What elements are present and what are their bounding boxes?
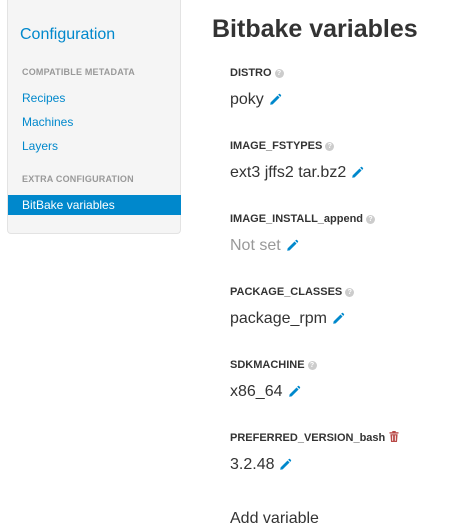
variable-name: DISTRO	[230, 67, 272, 79]
pencil-icon[interactable]	[351, 165, 364, 185]
add-variable-heading: Add variable	[230, 510, 319, 527]
help-icon[interactable]: ?	[307, 361, 317, 370]
variable-value-not-set: Not set	[230, 237, 281, 254]
sidebar-item-layers[interactable]: Layers	[22, 139, 58, 153]
variable-name: IMAGE_FSTYPES	[230, 140, 323, 152]
help-icon[interactable]: ?	[366, 215, 376, 224]
variable-value: x86_64	[230, 383, 283, 400]
help-icon[interactable]: ?	[345, 288, 355, 297]
variable-distro: DISTRO? poky	[230, 66, 466, 110]
help-icon[interactable]: ?	[325, 142, 335, 151]
variable-name: IMAGE_INSTALL_append	[230, 213, 364, 225]
sidebar-item-label: BitBake variables	[22, 198, 115, 212]
pencil-icon[interactable]	[332, 311, 345, 331]
variable-value: ext3 jffs2 tar.bz2	[230, 164, 347, 181]
sidebar-header-compatible-metadata: COMPATIBLE METADATA	[22, 67, 135, 77]
sidebar: Configuration COMPATIBLE METADATA Recipe…	[7, 0, 181, 234]
sidebar-item-recipes[interactable]: Recipes	[22, 91, 65, 105]
variable-image-fstypes: IMAGE_FSTYPES? ext3 jffs2 tar.bz2	[230, 139, 466, 183]
pencil-icon[interactable]	[279, 457, 292, 477]
variable-name: SDKMACHINE	[230, 359, 305, 371]
variable-value: 3.2.48	[230, 456, 275, 473]
main-content: Bitbake variables DISTRO? poky IMAGE_FST…	[212, 0, 466, 529]
pencil-icon[interactable]	[288, 384, 301, 404]
sidebar-item-bitbake-variables[interactable]: BitBake variables	[8, 195, 181, 215]
help-icon[interactable]: ?	[274, 69, 284, 78]
variable-name: PACKAGE_CLASSES	[230, 286, 343, 298]
pencil-icon[interactable]	[269, 92, 282, 112]
variable-value: poky	[230, 91, 264, 108]
page-title: Bitbake variables	[212, 15, 418, 43]
variable-value: package_rpm	[230, 310, 327, 327]
variable-sdkmachine: SDKMACHINE? x86_64	[230, 358, 466, 402]
sidebar-title-configuration[interactable]: Configuration	[20, 26, 115, 44]
variable-package-classes: PACKAGE_CLASSES? package_rpm	[230, 285, 466, 329]
variable-preferred-version-bash: PREFERRED_VERSION_bash 3.2.48	[230, 431, 466, 475]
sidebar-item-machines[interactable]: Machines	[22, 115, 73, 129]
variable-image-install-append: IMAGE_INSTALL_append? Not set	[230, 212, 466, 256]
variable-name: PREFERRED_VERSION_bash	[230, 432, 386, 444]
sidebar-header-extra-configuration: EXTRA CONFIGURATION	[22, 174, 134, 184]
trash-icon[interactable]	[389, 431, 399, 446]
pencil-icon[interactable]	[286, 238, 299, 258]
